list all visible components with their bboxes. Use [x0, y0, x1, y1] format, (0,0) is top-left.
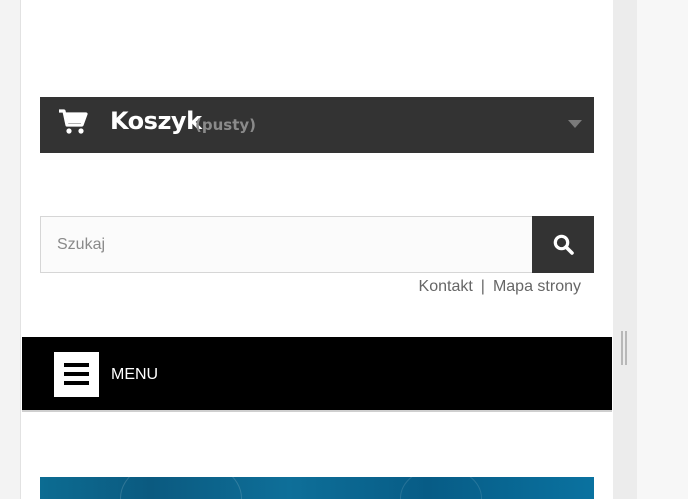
banner-image [40, 477, 594, 499]
menu-bar: MENU [22, 337, 612, 412]
chevron-down-icon [568, 120, 582, 128]
page-background-left [0, 0, 21, 499]
contact-link[interactable]: Kontakt [419, 278, 473, 295]
right-gutter [613, 0, 637, 499]
resize-handle[interactable] [621, 331, 628, 365]
header-links: Kontakt | Mapa strony [419, 278, 581, 296]
cart-dropdown[interactable]: Koszyk (pusty) [40, 97, 594, 153]
cart-status: (pusty) [195, 116, 257, 134]
cart-title: Koszyk [110, 107, 202, 135]
search-bar [40, 216, 594, 273]
hamburger-icon [64, 363, 89, 386]
search-input[interactable] [40, 216, 532, 273]
sitemap-link[interactable]: Mapa strony [493, 278, 581, 295]
link-separator: | [480, 278, 485, 295]
cart-icon [59, 109, 88, 134]
search-icon [553, 234, 574, 255]
search-button[interactable] [532, 216, 594, 273]
menu-toggle-button[interactable] [54, 352, 99, 397]
menu-label[interactable]: MENU [111, 366, 158, 384]
right-background [637, 0, 688, 499]
